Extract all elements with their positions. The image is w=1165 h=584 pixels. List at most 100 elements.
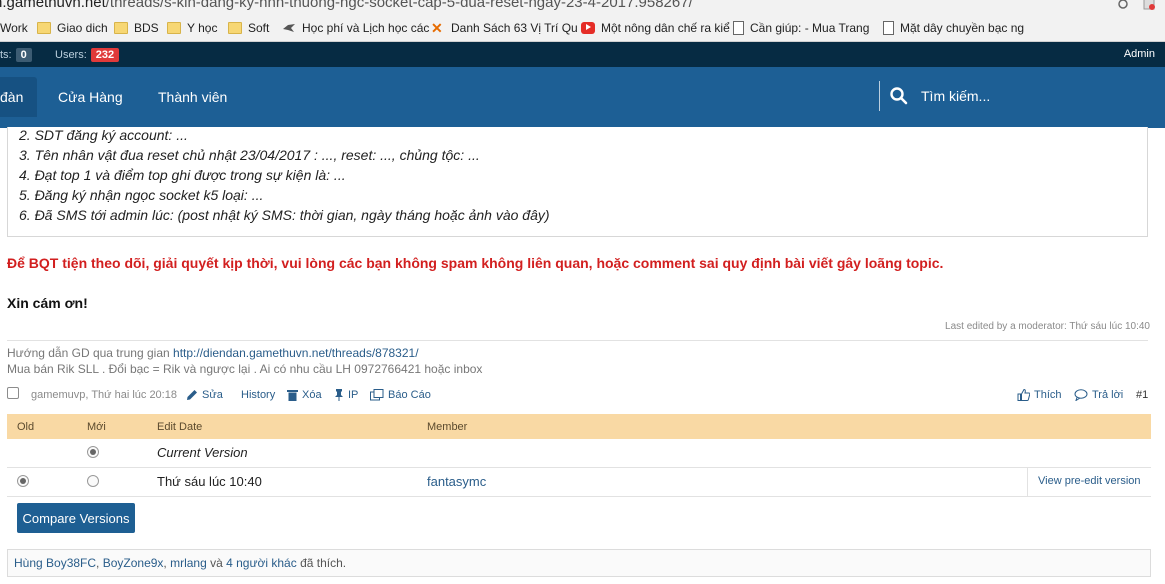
search-label: Tìm kiếm... bbox=[921, 88, 991, 104]
col-member: Member bbox=[427, 421, 468, 433]
users-stat: Users: 232 bbox=[55, 48, 120, 62]
signature-line-1: Hướng dẫn GD qua trung gian http://diend… bbox=[7, 346, 419, 360]
bookmark-label: Một nông dân chế ra kiể bbox=[601, 21, 730, 35]
bird-icon bbox=[283, 24, 295, 32]
table-row-current: Current Version bbox=[7, 439, 1151, 468]
search-icon bbox=[890, 87, 908, 105]
pencil-icon bbox=[187, 390, 197, 400]
delete-button[interactable]: Xóa bbox=[287, 389, 322, 401]
edit-date: Thứ sáu lúc 10:40 bbox=[157, 474, 262, 489]
post-line: 6. Đã SMS tới admin lúc: (post nhật ký S… bbox=[19, 207, 550, 223]
admin-link[interactable]: Admin bbox=[1124, 48, 1155, 60]
nav-divider bbox=[879, 81, 880, 111]
signature-line-2: Mua bán Rik SLL . Đổi bạc = Rik và ngược… bbox=[7, 362, 483, 376]
compare-versions-button[interactable]: Compare Versions bbox=[17, 503, 135, 533]
x-logo-icon: ✕ bbox=[431, 20, 443, 36]
bookmark-soft[interactable]: Soft bbox=[228, 20, 269, 36]
posts-count-badge: 0 bbox=[15, 48, 32, 62]
bookmark-mat-day[interactable]: Mặt dây chuyền bạc ng bbox=[883, 20, 1024, 36]
report-icon bbox=[370, 389, 384, 401]
url-host: n.gamethuvn.net bbox=[0, 0, 106, 11]
bookmark-label: BDS bbox=[134, 21, 159, 35]
old-radio[interactable] bbox=[17, 475, 29, 487]
youtube-icon bbox=[581, 22, 595, 34]
member-link[interactable]: fantasymc bbox=[427, 474, 486, 489]
others-link[interactable]: 4 người khác bbox=[226, 556, 297, 570]
post-line: 2. SDT đăng ký account: ... bbox=[19, 127, 188, 143]
bookmark-y-hoc[interactable]: Y học bbox=[167, 20, 217, 36]
table-header: Old Mới Edit Date Member bbox=[7, 414, 1151, 439]
col-old: Old bbox=[17, 421, 35, 433]
bookmark-mot-nong-dan[interactable]: Một nông dân chế ra kiể bbox=[581, 20, 730, 36]
like-label: Thích bbox=[1034, 389, 1062, 401]
folder-icon bbox=[167, 22, 181, 34]
likes-separator: , bbox=[96, 556, 103, 570]
signature-link[interactable]: http://diendan.gamethuvn.net/threads/878… bbox=[173, 346, 419, 360]
new-radio[interactable] bbox=[87, 475, 99, 487]
address-bar[interactable]: n.gamethuvn.net/threads/s-kin-dang-ky-nn… bbox=[0, 0, 1165, 13]
page-icon bbox=[733, 21, 744, 35]
bookmark-hoc-phi[interactable]: Học phí và Lịch học các bbox=[282, 20, 429, 36]
main-nav: đàn Cửa Hàng Thành viên Tìm kiếm... bbox=[0, 67, 1165, 128]
like-button[interactable]: Thích bbox=[1017, 389, 1062, 401]
url-path: /threads/s-kin-dang-ky-nnn-thuong-ngc-so… bbox=[105, 0, 693, 11]
folder-icon bbox=[228, 22, 242, 34]
tab-dien-dan[interactable]: đàn bbox=[0, 77, 38, 117]
delete-label: Xóa bbox=[302, 389, 322, 401]
edit-button[interactable]: Sửa bbox=[186, 389, 223, 401]
extension-icon[interactable] bbox=[1117, 0, 1129, 10]
folder-icon bbox=[37, 22, 51, 34]
tab-label: Cửa Hàng bbox=[58, 89, 123, 105]
report-label: Báo Cáo bbox=[388, 389, 431, 401]
signature-text: Hướng dẫn GD qua trung gian bbox=[7, 346, 174, 360]
tab-thanh-vien[interactable]: Thành viên bbox=[158, 77, 227, 117]
post-line: 4. Đạt top 1 và điểm top ghi được trong … bbox=[19, 167, 346, 183]
liker-link[interactable]: Hùng Boy38FC bbox=[14, 556, 96, 570]
bookmark-work[interactable]: Work bbox=[0, 20, 28, 36]
reply-bubble-icon bbox=[1074, 389, 1088, 401]
select-post-checkbox[interactable] bbox=[7, 387, 19, 399]
post-meta-row: gamemuvp, Thứ hai lúc 20:18 Sửa History … bbox=[7, 386, 1151, 406]
likes-and: và bbox=[206, 556, 227, 570]
post-quote-box: 2. SDT đăng ký account: ... 3. Tên nhân … bbox=[7, 127, 1148, 237]
col-new: Mới bbox=[87, 421, 106, 433]
history-button[interactable]: History bbox=[241, 389, 275, 401]
posts-label: ts: bbox=[0, 49, 12, 61]
thanks-text: Xin cám ơn! bbox=[7, 295, 88, 311]
bookmark-danh-sach[interactable]: ✕ Danh Sách 63 Vị Trí Qu bbox=[431, 20, 578, 36]
users-label: Users: bbox=[55, 49, 87, 61]
ip-button[interactable]: IP bbox=[334, 389, 358, 401]
tab-cua-hang[interactable]: Cửa Hàng bbox=[58, 77, 123, 117]
moderation-notice: Để BQT tiện theo dõi, giải quyết kịp thờ… bbox=[7, 255, 944, 271]
likes-summary: Hùng Boy38FC, BoyZone9x, mrlang và 4 ngư… bbox=[7, 549, 1151, 577]
adblock-icon[interactable] bbox=[1143, 0, 1155, 10]
post-number[interactable]: #1 bbox=[1136, 389, 1148, 401]
url-text[interactable]: n.gamethuvn.net/threads/s-kin-dang-ky-nn… bbox=[0, 0, 693, 11]
bookmark-giao-dich[interactable]: Giao dich bbox=[37, 20, 108, 36]
report-button[interactable]: Báo Cáo bbox=[370, 389, 431, 401]
bookmark-can-giup[interactable]: Cần giúp: - Mua Trang bbox=[733, 20, 869, 36]
likes-suffix: đã thích. bbox=[296, 556, 347, 570]
liker-link[interactable]: mrlang bbox=[170, 556, 207, 570]
folder-icon bbox=[114, 22, 128, 34]
pin-icon bbox=[335, 389, 343, 401]
table-row: Thứ sáu lúc 10:40 fantasymc View pre-edi… bbox=[7, 467, 1151, 497]
bookmark-label: Học phí và Lịch học các bbox=[302, 21, 430, 35]
view-pre-edit-link[interactable]: View pre-edit version bbox=[1027, 467, 1151, 496]
search-button[interactable]: Tìm kiếm... bbox=[890, 87, 990, 105]
edit-history-table: Old Mới Edit Date Member Current Version… bbox=[7, 414, 1151, 540]
new-radio-current[interactable] bbox=[87, 446, 99, 458]
users-count-badge: 232 bbox=[90, 48, 120, 62]
tab-label: đàn bbox=[0, 89, 24, 105]
post-author-time[interactable]: gamemuvp, Thứ hai lúc 20:18 bbox=[31, 389, 177, 401]
last-edited-note: Last edited by a moderator: Thứ sáu lúc … bbox=[945, 321, 1150, 332]
bookmark-label: Giao dich bbox=[57, 21, 108, 35]
bookmark-bds[interactable]: BDS bbox=[114, 20, 159, 36]
post-line: 5. Đăng ký nhận ngọc socket k5 loại: ... bbox=[19, 187, 264, 203]
reply-button[interactable]: Trả lời bbox=[1074, 389, 1123, 401]
bookmark-label: Y học bbox=[187, 21, 218, 35]
liker-link[interactable]: BoyZone9x bbox=[103, 556, 164, 570]
post-line: 3. Tên nhân vật đua reset chủ nhật 23/04… bbox=[19, 147, 480, 163]
trash-icon bbox=[287, 390, 298, 401]
forum-stats-bar: ts: 0 Users: 232 Admin bbox=[0, 42, 1165, 67]
